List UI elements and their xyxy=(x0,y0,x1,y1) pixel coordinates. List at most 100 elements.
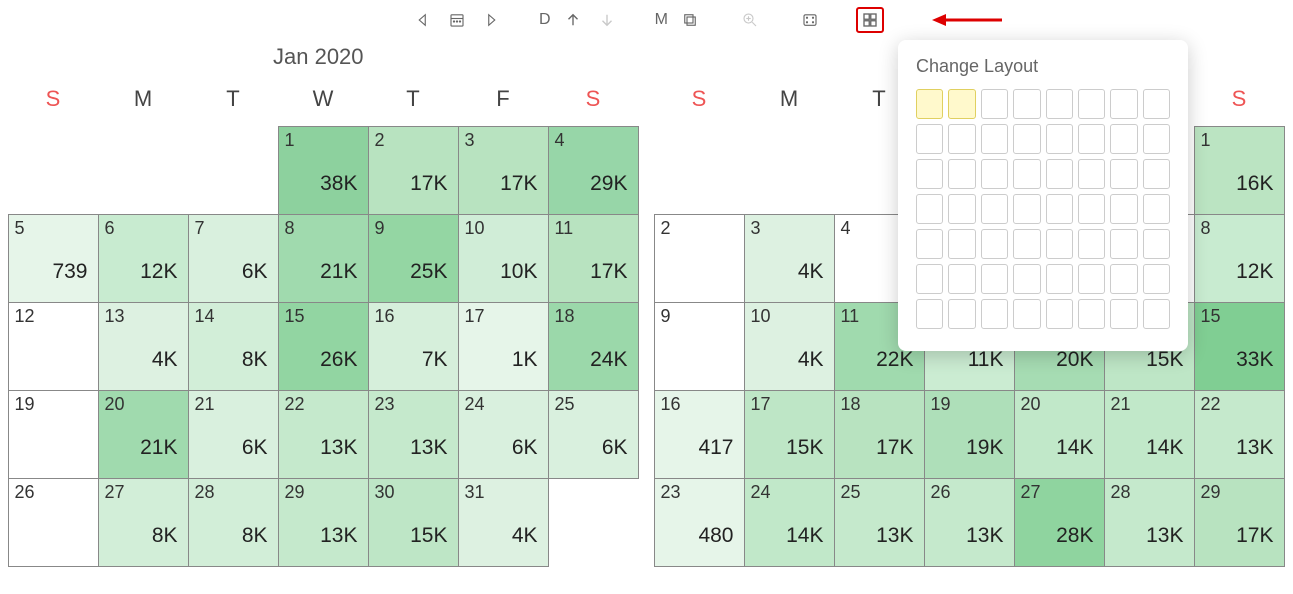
layout-cell[interactable] xyxy=(1013,194,1040,224)
day-cell[interactable]: 2 xyxy=(654,214,745,303)
day-cell[interactable]: 278K xyxy=(98,478,189,567)
calendar-icon[interactable] xyxy=(443,7,471,33)
layout-cell[interactable] xyxy=(1143,264,1170,294)
layout-cell[interactable] xyxy=(1046,229,1073,259)
next-icon[interactable] xyxy=(477,7,505,33)
day-cell[interactable]: 2313K xyxy=(368,390,459,479)
day-cell[interactable]: 2213K xyxy=(278,390,369,479)
day-cell[interactable]: 23480 xyxy=(654,478,745,567)
layout-cell[interactable] xyxy=(1078,89,1105,119)
layout-cell[interactable] xyxy=(1110,194,1137,224)
day-cell[interactable]: 612K xyxy=(98,214,189,303)
day-cell[interactable]: 925K xyxy=(368,214,459,303)
day-cell[interactable]: 429K xyxy=(548,126,639,215)
day-cell[interactable]: 148K xyxy=(188,302,279,391)
layout-cell[interactable] xyxy=(1110,124,1137,154)
day-cell[interactable]: 2414K xyxy=(744,478,835,567)
day-cell[interactable]: 134K xyxy=(98,302,189,391)
layout-cell[interactable] xyxy=(981,89,1008,119)
layout-cell[interactable] xyxy=(981,299,1008,329)
day-cell[interactable]: 288K xyxy=(188,478,279,567)
day-cell[interactable]: 2917K xyxy=(1194,478,1285,567)
day-cell[interactable]: 246K xyxy=(458,390,549,479)
layout-cell[interactable] xyxy=(948,89,975,119)
day-cell[interactable]: 9 xyxy=(654,302,745,391)
day-cell[interactable]: 104K xyxy=(744,302,835,391)
day-cell[interactable]: 76K xyxy=(188,214,279,303)
layout-cell[interactable] xyxy=(1143,299,1170,329)
layout-cell[interactable] xyxy=(948,194,975,224)
day-cell[interactable]: 1010K xyxy=(458,214,549,303)
layout-cell[interactable] xyxy=(1046,264,1073,294)
layout-cell[interactable] xyxy=(1078,264,1105,294)
day-cell[interactable]: 1817K xyxy=(834,390,925,479)
day-cell[interactable]: 2014K xyxy=(1014,390,1105,479)
layout-cell[interactable] xyxy=(1110,159,1137,189)
day-cell[interactable]: 26 xyxy=(8,478,99,567)
arrow-up-icon[interactable] xyxy=(559,7,587,33)
day-cell[interactable]: 2728K xyxy=(1014,478,1105,567)
day-cell[interactable]: 3015K xyxy=(368,478,459,567)
day-cell[interactable]: 216K xyxy=(188,390,279,479)
day-mode-label[interactable]: D xyxy=(537,11,553,29)
day-cell[interactable]: 2213K xyxy=(1194,390,1285,479)
day-cell[interactable]: 34K xyxy=(744,214,835,303)
month-mode-label[interactable]: M xyxy=(653,11,670,29)
layout-cell[interactable] xyxy=(1046,299,1073,329)
day-cell[interactable]: 1117K xyxy=(548,214,639,303)
layout-cell[interactable] xyxy=(1013,299,1040,329)
layout-cell[interactable] xyxy=(1143,89,1170,119)
day-cell[interactable]: 116K xyxy=(1194,126,1285,215)
day-cell[interactable]: 167K xyxy=(368,302,459,391)
layout-cell[interactable] xyxy=(1110,264,1137,294)
layout-cell[interactable] xyxy=(948,124,975,154)
change-layout-icon[interactable] xyxy=(856,7,884,33)
prev-icon[interactable] xyxy=(409,7,437,33)
layout-cell[interactable] xyxy=(1143,159,1170,189)
layout-cell[interactable] xyxy=(1013,124,1040,154)
day-cell[interactable]: 12 xyxy=(8,302,99,391)
day-cell[interactable]: 138K xyxy=(278,126,369,215)
day-cell[interactable]: 1533K xyxy=(1194,302,1285,391)
day-cell[interactable]: 1919K xyxy=(924,390,1015,479)
day-cell[interactable]: 314K xyxy=(458,478,549,567)
day-cell[interactable]: 256K xyxy=(548,390,639,479)
day-cell[interactable]: 171K xyxy=(458,302,549,391)
layout-cell[interactable] xyxy=(1078,124,1105,154)
layout-cell[interactable] xyxy=(948,264,975,294)
layout-cell[interactable] xyxy=(1013,229,1040,259)
layout-cell[interactable] xyxy=(981,264,1008,294)
layout-cell[interactable] xyxy=(916,299,943,329)
layout-cell[interactable] xyxy=(1046,194,1073,224)
layout-cell[interactable] xyxy=(916,159,943,189)
layout-cell[interactable] xyxy=(981,124,1008,154)
layout-cell[interactable] xyxy=(948,229,975,259)
layout-cell[interactable] xyxy=(1046,124,1073,154)
day-cell[interactable]: 2114K xyxy=(1104,390,1195,479)
day-cell[interactable]: 2021K xyxy=(98,390,189,479)
layout-cell[interactable] xyxy=(916,264,943,294)
layout-cell[interactable] xyxy=(1013,89,1040,119)
day-cell[interactable]: 217K xyxy=(368,126,459,215)
layout-cell[interactable] xyxy=(1046,89,1073,119)
day-cell[interactable]: 1526K xyxy=(278,302,369,391)
layout-cell[interactable] xyxy=(1078,229,1105,259)
layout-cell[interactable] xyxy=(1143,194,1170,224)
layout-cell[interactable] xyxy=(1078,159,1105,189)
day-cell[interactable]: 1715K xyxy=(744,390,835,479)
day-cell[interactable]: 19 xyxy=(8,390,99,479)
layout-cell[interactable] xyxy=(1078,194,1105,224)
day-cell[interactable]: 2813K xyxy=(1104,478,1195,567)
layout-cell[interactable] xyxy=(916,124,943,154)
layout-cell[interactable] xyxy=(948,159,975,189)
layout-cell[interactable] xyxy=(948,299,975,329)
day-cell[interactable]: 1824K xyxy=(548,302,639,391)
layout-cell[interactable] xyxy=(1013,264,1040,294)
day-cell[interactable]: 2913K xyxy=(278,478,369,567)
day-cell[interactable]: 2513K xyxy=(834,478,925,567)
layout-cell[interactable] xyxy=(1078,299,1105,329)
layout-cell[interactable] xyxy=(1013,159,1040,189)
layout-cell[interactable] xyxy=(1046,159,1073,189)
day-cell[interactable]: 16417 xyxy=(654,390,745,479)
day-cell[interactable]: 821K xyxy=(278,214,369,303)
